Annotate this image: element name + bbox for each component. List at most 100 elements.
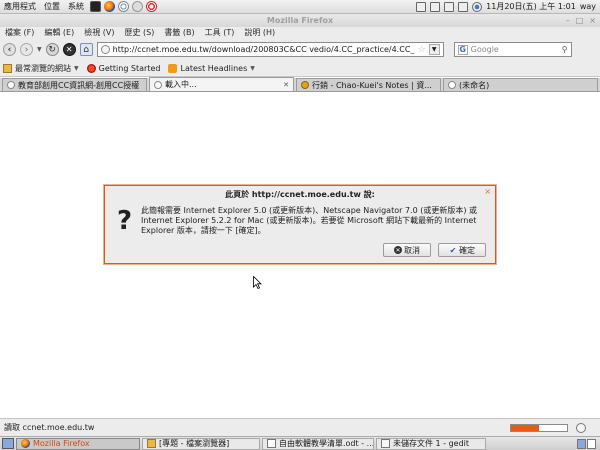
bookmark-most-visited[interactable]: 最常瀏覽的網站 ▼ xyxy=(3,63,79,74)
home-button[interactable]: ⌂ xyxy=(79,43,93,56)
cancel-icon: ✕ xyxy=(394,246,402,254)
ok-label: 確定 xyxy=(459,245,475,255)
search-input[interactable]: Google xyxy=(471,45,559,54)
task-label: 未儲存文件 1 - gedit xyxy=(393,439,470,448)
site-favicon-icon xyxy=(301,81,309,89)
menu-view[interactable]: 檢視 (V) xyxy=(79,27,119,39)
ok-button[interactable]: ✔ 確定 xyxy=(438,243,486,257)
keyboard-tray-icon[interactable] xyxy=(416,1,427,12)
firefox-icon xyxy=(21,439,30,448)
menu-file[interactable]: 檔案 (F) xyxy=(0,27,39,39)
back-button[interactable]: ‹ xyxy=(3,43,16,56)
site-favicon-icon xyxy=(7,81,15,89)
search-engine-icon[interactable]: G xyxy=(457,44,468,55)
task-gedit[interactable]: 未儲存文件 1 - gedit xyxy=(376,437,486,450)
window-titlebar: Mozilla Firefox – □ × xyxy=(0,14,600,27)
battery-tray-icon[interactable] xyxy=(458,1,469,12)
task-file-browser[interactable]: [專題 - 檔案瀏覽器] xyxy=(142,437,260,450)
tab-loading[interactable]: 載入中... ✕ xyxy=(149,77,294,91)
volume-tray-icon[interactable] xyxy=(444,1,455,12)
dialog-message: 此簡報需要 Internet Explorer 5.0 (或更新版本)、Nets… xyxy=(141,206,478,235)
network-tray-icon[interactable] xyxy=(430,1,441,12)
dialog-close-icon[interactable]: × xyxy=(484,187,491,196)
panel-clock[interactable]: 11月20日(五) 上午 1:01 xyxy=(486,0,576,14)
site-favicon-icon xyxy=(100,45,110,54)
text-editor-icon xyxy=(381,439,390,448)
forward-button[interactable]: › xyxy=(20,43,33,56)
show-desktop-icon[interactable] xyxy=(2,438,14,449)
loading-spinner-icon xyxy=(154,80,162,89)
search-icon[interactable]: ⚲ xyxy=(562,45,568,54)
url-dropdown-icon[interactable]: ▼ xyxy=(428,44,440,55)
cancel-button[interactable]: ✕ 取消 xyxy=(383,243,431,257)
workspace-switcher xyxy=(577,438,600,449)
help-launcher-icon[interactable] xyxy=(146,1,157,12)
task-firefox[interactable]: Mozilla Firefox xyxy=(16,437,140,450)
workspace-1[interactable] xyxy=(577,438,586,449)
bookmark-star-icon[interactable]: ☆ xyxy=(418,45,426,55)
loading-progress-bar xyxy=(510,424,568,432)
navigation-toolbar: ‹ › ▼ ↻ ✕ ⌂ http://ccnet.moe.edu.tw/down… xyxy=(0,39,600,60)
weather-launcher-icon[interactable] xyxy=(132,1,143,12)
tab-untitled[interactable]: (未命名) xyxy=(443,78,598,91)
security-status-icon[interactable] xyxy=(576,423,586,433)
terminal-launcher-icon[interactable] xyxy=(90,1,101,12)
menu-help[interactable]: 說明 (H) xyxy=(239,27,280,39)
task-label: [專題 - 檔案瀏覽器] xyxy=(159,439,230,448)
chevron-down-icon: ▼ xyxy=(74,64,79,72)
close-tab-icon[interactable]: ✕ xyxy=(283,81,289,89)
bookmark-label: Getting Started xyxy=(98,63,161,73)
bookmark-latest-headlines[interactable]: Latest Headlines ▼ xyxy=(168,63,255,73)
input-method-tray-icon[interactable] xyxy=(472,1,483,12)
bookmark-getting-started[interactable]: Getting Started xyxy=(86,63,161,73)
firefox-bookmark-icon xyxy=(86,63,96,73)
bookmark-label: 最常瀏覽的網站 xyxy=(15,63,71,73)
document-icon xyxy=(267,439,276,448)
maximize-icon[interactable]: □ xyxy=(576,14,584,27)
history-dropdown-icon[interactable]: ▼ xyxy=(37,46,42,53)
tab-chao-kuei[interactable]: 行銷 - Chao-Kuei's Notes | 資... xyxy=(296,78,441,91)
task-label: Mozilla Firefox xyxy=(33,439,90,448)
chevron-down-icon: ▼ xyxy=(250,64,255,72)
firefox-launcher-icon[interactable] xyxy=(104,1,115,12)
menu-history[interactable]: 歷史 (S) xyxy=(120,27,160,39)
system-menu[interactable]: 系統 xyxy=(64,0,88,14)
close-icon[interactable]: × xyxy=(589,14,596,27)
places-menu[interactable]: 位置 xyxy=(40,0,64,14)
task-label: 自由軟體教學清單.odt - ... xyxy=(279,439,374,448)
cancel-label: 取消 xyxy=(404,245,420,255)
status-bar: 讀取 ccnet.moe.edu.tw xyxy=(0,418,600,436)
folder-icon xyxy=(3,63,12,73)
url-bar[interactable]: http://ccnet.moe.edu.tw/download/200803C… xyxy=(96,42,444,57)
status-text: 讀取 ccnet.moe.edu.tw xyxy=(4,423,95,432)
reload-button[interactable]: ↻ xyxy=(45,43,59,56)
panel-user[interactable]: way xyxy=(580,0,596,14)
tab-ccnet[interactable]: 教育部創用CC資訊網-創用CC授權 xyxy=(2,78,147,91)
tab-strip: 教育部創用CC資訊網-創用CC授權 載入中... ✕ 行銷 - Chao-Kue… xyxy=(0,77,600,92)
menu-tools[interactable]: 工具 (T) xyxy=(200,27,240,39)
tab-label: 載入中... xyxy=(165,80,197,89)
menu-edit[interactable]: 編輯 (E) xyxy=(39,27,79,39)
tab-label: 行銷 - Chao-Kuei's Notes | 資... xyxy=(312,80,432,90)
ok-icon: ✔ xyxy=(449,245,457,255)
folder-icon xyxy=(147,439,156,448)
stop-button[interactable]: ✕ xyxy=(62,43,76,56)
network-launcher-icon[interactable] xyxy=(118,1,129,12)
tab-label: 教育部創用CC資訊網-創用CC授權 xyxy=(18,80,140,90)
bookmark-label: Latest Headlines xyxy=(180,63,248,73)
panel-tray: 11月20日(五) 上午 1:01 way xyxy=(416,0,600,14)
minimize-icon[interactable]: – xyxy=(566,14,570,27)
menu-bookmarks[interactable]: 書籤 (B) xyxy=(159,27,199,39)
question-icon: ? xyxy=(117,206,133,236)
url-text[interactable]: http://ccnet.moe.edu.tw/download/200803C… xyxy=(113,45,415,54)
tab-label: (未命名) xyxy=(459,80,490,90)
dialog-title: 此頁於 http://ccnet.moe.edu.tw 說: xyxy=(225,190,375,199)
task-odt-document[interactable]: 自由軟體教學清單.odt - ... xyxy=(262,437,374,450)
site-favicon-icon xyxy=(448,81,456,89)
applications-menu[interactable]: 應用程式 xyxy=(0,0,40,14)
top-panel: 應用程式 位置 系統 11月20日(五) 上午 1:01 way xyxy=(0,0,600,14)
workspace-2[interactable] xyxy=(587,438,596,449)
dialog-buttons: ✕ 取消 ✔ 確定 xyxy=(383,243,486,257)
search-bar[interactable]: G Google ⚲ xyxy=(453,42,572,57)
bottom-taskbar: Mozilla Firefox [專題 - 檔案瀏覽器] 自由軟體教學清單.od… xyxy=(0,436,600,450)
